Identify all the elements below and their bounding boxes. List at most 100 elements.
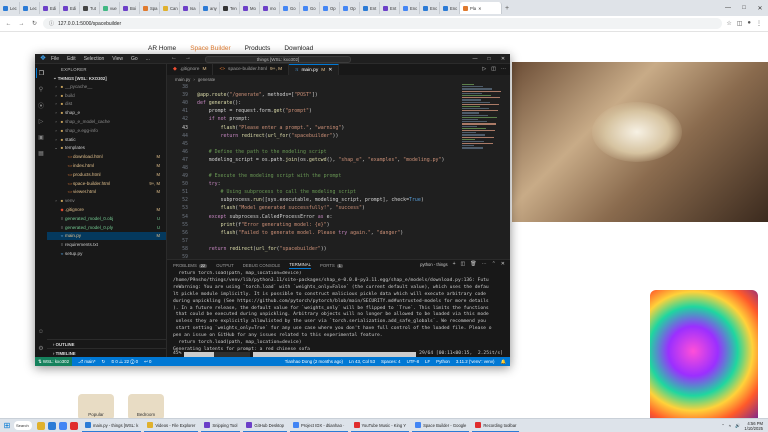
edge-icon[interactable] (48, 421, 56, 430)
tree-item-dist[interactable]: › ■ dist (47, 100, 166, 109)
vs-forward-icon[interactable]: → (185, 55, 191, 61)
browser-tab[interactable]: Edi (60, 2, 80, 14)
more-actions-icon[interactable]: ⋯ (501, 66, 506, 72)
menu-view[interactable]: View (112, 56, 123, 62)
taskbar-app[interactable]: Project IDX - dtianhao · (289, 420, 348, 432)
branch-item[interactable]: ⎇ main* (78, 359, 96, 365)
taskbar-app[interactable]: Snipping Tool (201, 420, 241, 432)
reload-icon[interactable]: ↻ (30, 19, 39, 28)
workspace-root[interactable]: ⌄ THINGS [WSL: KXO302] (47, 74, 166, 82)
new-terminal-icon[interactable]: + (453, 261, 456, 267)
browser-menu-icon[interactable]: ⋮ (756, 20, 762, 27)
windows-start-icon[interactable]: ⊞ (0, 419, 14, 432)
taskbar-app[interactable]: YouTube Music - King Y (350, 420, 410, 432)
maximize-panel-icon[interactable]: ⌃ (492, 261, 496, 267)
panel-tab-problems[interactable]: PROBLEMS 22 (173, 263, 208, 268)
tree-item-build[interactable]: › ■ build (47, 91, 166, 100)
timeline-section[interactable]: › TIMELINE (47, 348, 167, 357)
extensions-icon[interactable]: ▦ (36, 148, 46, 158)
browser-tab[interactable]: Lec (0, 2, 20, 14)
taskbar-search[interactable]: Search (14, 421, 32, 430)
split-terminal-icon[interactable]: ◫ (461, 261, 466, 267)
panel-tab-output[interactable]: OUTPUT (216, 263, 234, 268)
ports-item[interactable]: ↩ 0 (144, 359, 151, 365)
encoding[interactable]: UTF-8 (407, 359, 419, 365)
close-icon[interactable]: ✕ (496, 54, 510, 64)
source-control-icon[interactable]: ⦿ (36, 100, 46, 110)
taskbar-app[interactable]: GitHub Desktop (243, 420, 287, 432)
browser-tab[interactable]: Enc (420, 2, 440, 14)
tree-item-shap-e-egg-info[interactable]: › ■ shap_e.egg-info (47, 126, 166, 135)
indentation[interactable]: Spaces: 4 (381, 359, 401, 365)
outline-section[interactable]: › OUTLINE (47, 339, 167, 348)
editor-tab[interactable]: <> space-builder.html 9+, M (213, 64, 290, 75)
tree-item-index-html[interactable]: <> index.html M (47, 161, 166, 170)
remote-explorer-icon[interactable]: ▣ (36, 132, 46, 142)
editor-tab[interactable]: π main.py M ✕ (289, 64, 340, 75)
panel-tab-ports[interactable]: PORTS 1 (320, 263, 343, 268)
profile-icon[interactable]: ● (747, 20, 751, 27)
browser-tab[interactable]: Isa (180, 2, 200, 14)
browser-tab[interactable]: Mo (240, 2, 260, 14)
search-icon[interactable]: ⚲ (36, 84, 46, 94)
tree-item-generated-model-0-obj[interactable]: ≡ generated_model_0.obj U (47, 214, 166, 223)
new-tab-icon[interactable]: + (502, 5, 512, 12)
tree-item-shap-e-model-cache[interactable]: › ■ shap_e_model_cache (47, 117, 166, 126)
chrome-icon[interactable] (59, 421, 67, 430)
browser-tab[interactable]: Tut (80, 2, 100, 14)
browser-tab[interactable]: Ent (380, 2, 400, 14)
bookmark-star-icon[interactable]: ☆ (726, 20, 731, 27)
maximize-icon[interactable]: □ (482, 54, 496, 64)
tree-item-requirements-txt[interactable]: ≡ requirements.txt (47, 240, 166, 249)
url-input[interactable]: ⓘ 127.0.0.1:5000/spacebuilder (43, 18, 723, 29)
site-info-icon[interactable]: ⓘ (49, 20, 54, 27)
tab-close-icon[interactable]: ✕ (328, 67, 332, 73)
editor-tab[interactable]: ◆ .gitignore M (167, 64, 214, 75)
browser-tab[interactable]: Ten (220, 2, 240, 14)
menu-selection[interactable]: Selection (84, 56, 105, 62)
menu-go[interactable]: Go (131, 56, 138, 62)
tree-item-products-html[interactable]: <> products.html M (47, 170, 166, 179)
account-icon[interactable]: ☺ (36, 327, 46, 337)
terminal-output[interactable]: return torch.load(path, map_location=dev… (167, 271, 510, 358)
blame-item[interactable]: Tianhao Dong (2 months ago) (285, 359, 343, 365)
browser-tab[interactable]: Enc (440, 2, 460, 14)
panel-more-icon[interactable]: ⋯ (482, 261, 487, 267)
minimize-icon[interactable]: — (468, 54, 482, 64)
volume-icon[interactable]: 🔊 (735, 423, 740, 429)
nav-download[interactable]: Download (284, 45, 313, 52)
maximize-icon[interactable]: □ (736, 0, 752, 16)
wifi-icon[interactable]: ≈ (729, 423, 731, 428)
minimap[interactable] (462, 83, 504, 153)
card-bedroom[interactable]: Bedroom (128, 394, 164, 418)
tree-item-static[interactable]: › ■ static (47, 135, 166, 144)
browser-tab[interactable]: Edi (40, 2, 60, 14)
browser-tab[interactable]: Ent (360, 2, 380, 14)
taskbar-app[interactable]: Recording toolbar (472, 420, 520, 432)
kill-terminal-icon[interactable]: 🗑 (470, 261, 476, 267)
nav-space-builder[interactable]: Space Builder (190, 45, 230, 52)
tree-item-setup-py[interactable]: π setup.py (47, 249, 166, 258)
panel-tab-debug-console[interactable]: DEBUG CONSOLE (243, 263, 281, 268)
forward-icon[interactable]: → (17, 19, 26, 28)
vs-back-icon[interactable]: ← (171, 55, 177, 61)
eol[interactable]: LF (425, 359, 430, 365)
tree-item-main-py[interactable]: π main.py M (47, 231, 166, 241)
terminal-shell-label[interactable]: python - things (420, 262, 447, 267)
card-popular[interactable]: Popular (78, 394, 114, 418)
settings-gear-icon[interactable]: ⚙ (36, 343, 46, 353)
taskbar-app[interactable]: main.py - things [WSL: k (82, 420, 142, 432)
browser-tab[interactable]: Spa (140, 2, 160, 14)
browser-tab[interactable]: mo (260, 2, 280, 14)
minimize-icon[interactable]: — (720, 0, 736, 16)
clock[interactable]: 4:56 PM 1/10/2025 (744, 421, 763, 431)
menu-edit[interactable]: Edit (67, 56, 76, 62)
breadcrumb-file[interactable]: main.py (175, 77, 190, 82)
browser-tab[interactable]: Enc (400, 2, 420, 14)
taskbar-app[interactable]: Videos - File Explorer (144, 420, 199, 432)
sync-icon[interactable]: ↻ (102, 359, 106, 365)
file-explorer-icon[interactable] (37, 421, 45, 430)
browser-tab[interactable]: Go (280, 2, 300, 14)
tree-item-generated-model-0-ply[interactable]: ≡ generated_model_0.ply U (47, 223, 166, 232)
run-debug-icon[interactable]: ▷ (36, 116, 46, 126)
